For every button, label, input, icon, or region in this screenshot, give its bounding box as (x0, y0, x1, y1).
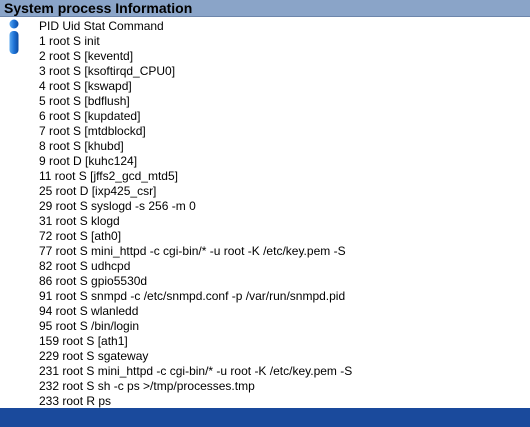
process-row: 232 root S sh -c ps >/tmp/processes.tmp (39, 379, 255, 393)
process-list-header: PID Uid Stat Command (39, 19, 164, 33)
process-row: 82 root S udhcpd (39, 259, 131, 273)
process-row: 159 root S [ath1] (39, 334, 128, 348)
footer-bar (0, 408, 530, 427)
process-row: 4 root S [kswapd] (39, 79, 132, 93)
process-row: 91 root S snmpd -c /etc/snmpd.conf -p /v… (39, 289, 346, 303)
process-row: 94 root S wlanledd (39, 304, 139, 318)
process-row: 86 root S gpio5530d (39, 274, 148, 288)
process-row: 231 root S mini_httpd -c cgi-bin/* -u ro… (39, 364, 353, 378)
process-row: 3 root S [ksoftirqd_CPU0] (39, 64, 176, 78)
process-row: 77 root S mini_httpd -c cgi-bin/* -u roo… (39, 244, 346, 258)
page-title: System process Information (4, 0, 193, 16)
process-row: 233 root R ps (39, 394, 112, 408)
process-row: 29 root S syslogd -s 256 -m 0 (39, 199, 196, 213)
process-row: 31 root S klogd (39, 214, 120, 228)
process-row: 6 root S [kupdated] (39, 109, 141, 123)
process-row: 25 root D [ixp425_csr] (39, 184, 157, 198)
process-row: 9 root D [kuhc124] (39, 154, 138, 168)
process-row: 7 root S [mtdblockd] (39, 124, 146, 138)
process-row: 1 root S init (39, 34, 100, 48)
info-person-icon (9, 19, 19, 54)
process-row: 2 root S [keventd] (39, 49, 134, 63)
title-bar: System process Information (0, 0, 530, 17)
process-list: PID Uid Stat Command 1 root S init 2 roo… (39, 19, 352, 409)
process-row: 11 root S [jffs2_gcd_mtd5] (39, 169, 178, 183)
process-row: 72 root S [ath0] (39, 229, 122, 243)
system-process-page: System process Information PID Uid Stat … (0, 0, 530, 427)
process-row: 8 root S [khubd] (39, 139, 124, 153)
process-row: 95 root S /bin/login (39, 319, 140, 333)
process-row: 5 root S [bdflush] (39, 94, 130, 108)
process-row: 229 root S sgateway (39, 349, 149, 363)
